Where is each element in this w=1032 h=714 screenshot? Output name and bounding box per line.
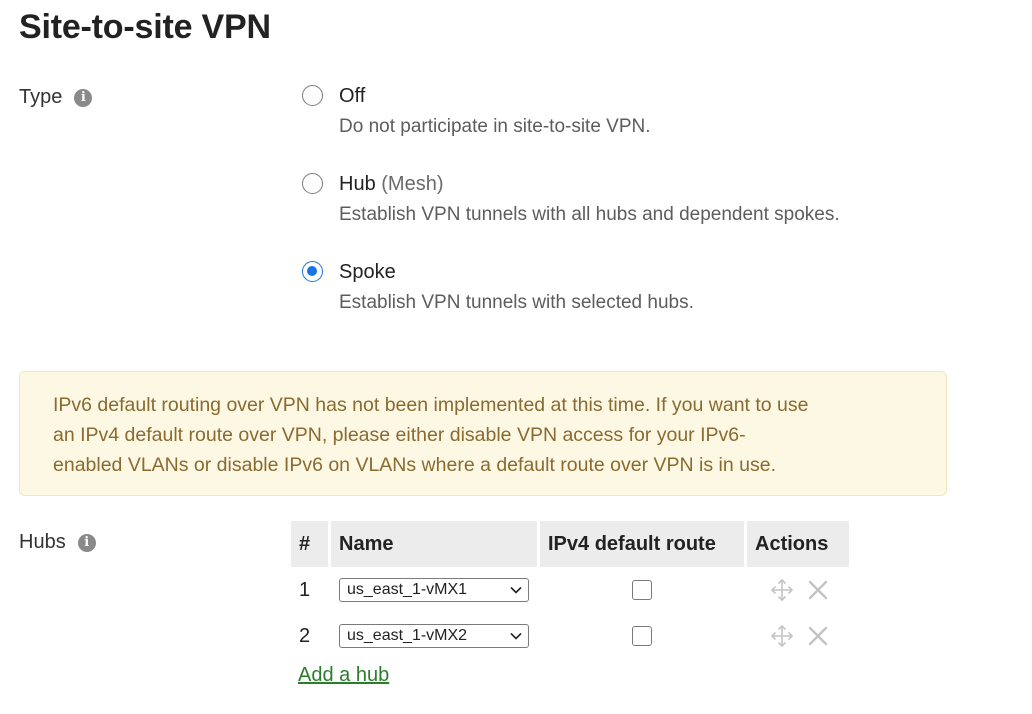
ipv4-default-route-checkbox[interactable] <box>632 626 652 646</box>
radio-spoke-description: Establish VPN tunnels with selected hubs… <box>339 292 694 313</box>
radio-off-description: Do not participate in site-to-site VPN. <box>339 116 651 137</box>
radio-hub-title: Hub <box>339 173 376 195</box>
hub-select-value: us_east_1-vMX2 <box>347 627 468 644</box>
hub-name-cell: us_east_1-vMX1 <box>331 567 537 613</box>
ipv4-default-route-checkbox[interactable] <box>632 580 652 600</box>
hubs-label-row: Hubs i <box>19 531 96 554</box>
column-header-ipv4-default-route: IPv4 default route <box>540 521 744 567</box>
add-hub-link[interactable]: Add a hub <box>298 664 389 687</box>
close-x-icon[interactable] <box>805 577 831 603</box>
ipv4-route-cell <box>540 613 744 659</box>
actions-cell <box>747 567 849 613</box>
radio-off[interactable] <box>302 85 323 106</box>
move-arrows-icon[interactable] <box>769 623 795 649</box>
type-label-row: Type i <box>19 86 93 109</box>
ipv6-warning-alert: IPv6 default routing over VPN has not be… <box>19 371 947 496</box>
radio-hub-label: Hub (Mesh) <box>339 173 444 196</box>
hub-select[interactable]: us_east_1-vMX2 <box>339 624 529 648</box>
alert-line-3: enabled VLANs or disable IPv6 on VLANs w… <box>53 454 776 476</box>
column-header-name: Name <box>331 521 537 567</box>
chevron-down-icon <box>510 632 522 640</box>
move-arrows-icon[interactable] <box>769 577 795 603</box>
hub-select[interactable]: us_east_1-vMX1 <box>339 578 529 602</box>
radio-spoke-title: Spoke <box>339 261 396 283</box>
info-icon[interactable]: i <box>77 533 96 552</box>
vpn-settings-page: Site-to-site VPN Type i Off Do not parti… <box>0 0 1032 714</box>
hub-number: 1 <box>299 578 311 601</box>
hubs-table: # Name IPv4 default route Actions 1 us_e… <box>288 521 852 659</box>
radio-spoke-label: Spoke <box>339 261 396 284</box>
alert-line-1: IPv6 default routing over VPN has not be… <box>53 394 809 416</box>
alert-line-2: an IPv4 default route over VPN, please e… <box>53 424 746 446</box>
table-header-row: # Name IPv4 default route Actions <box>291 521 849 567</box>
radio-spoke[interactable] <box>302 261 323 282</box>
hub-select-value: us_east_1-vMX1 <box>347 581 468 598</box>
table-row: 2 us_east_1-vMX2 <box>291 613 849 659</box>
radio-off-label: Off <box>339 85 365 108</box>
column-header-actions: Actions <box>747 521 849 567</box>
column-header-number: # <box>291 521 328 567</box>
hubs-label: Hubs <box>19 531 66 553</box>
type-label: Type <box>19 86 63 108</box>
radio-hub[interactable] <box>302 173 323 194</box>
page-title: Site-to-site VPN <box>19 8 271 46</box>
actions-cell <box>747 613 849 659</box>
hub-number: 2 <box>299 624 311 647</box>
table-row: 1 us_east_1-vMX1 <box>291 567 849 613</box>
hub-name-cell: us_east_1-vMX2 <box>331 613 537 659</box>
close-x-icon[interactable] <box>805 623 831 649</box>
radio-hub-suffix: (Mesh) <box>381 173 444 195</box>
radio-off-title: Off <box>339 85 366 107</box>
ipv4-route-cell <box>540 567 744 613</box>
chevron-down-icon <box>510 586 522 594</box>
radio-hub-description: Establish VPN tunnels with all hubs and … <box>339 204 840 225</box>
info-icon[interactable]: i <box>74 88 93 107</box>
